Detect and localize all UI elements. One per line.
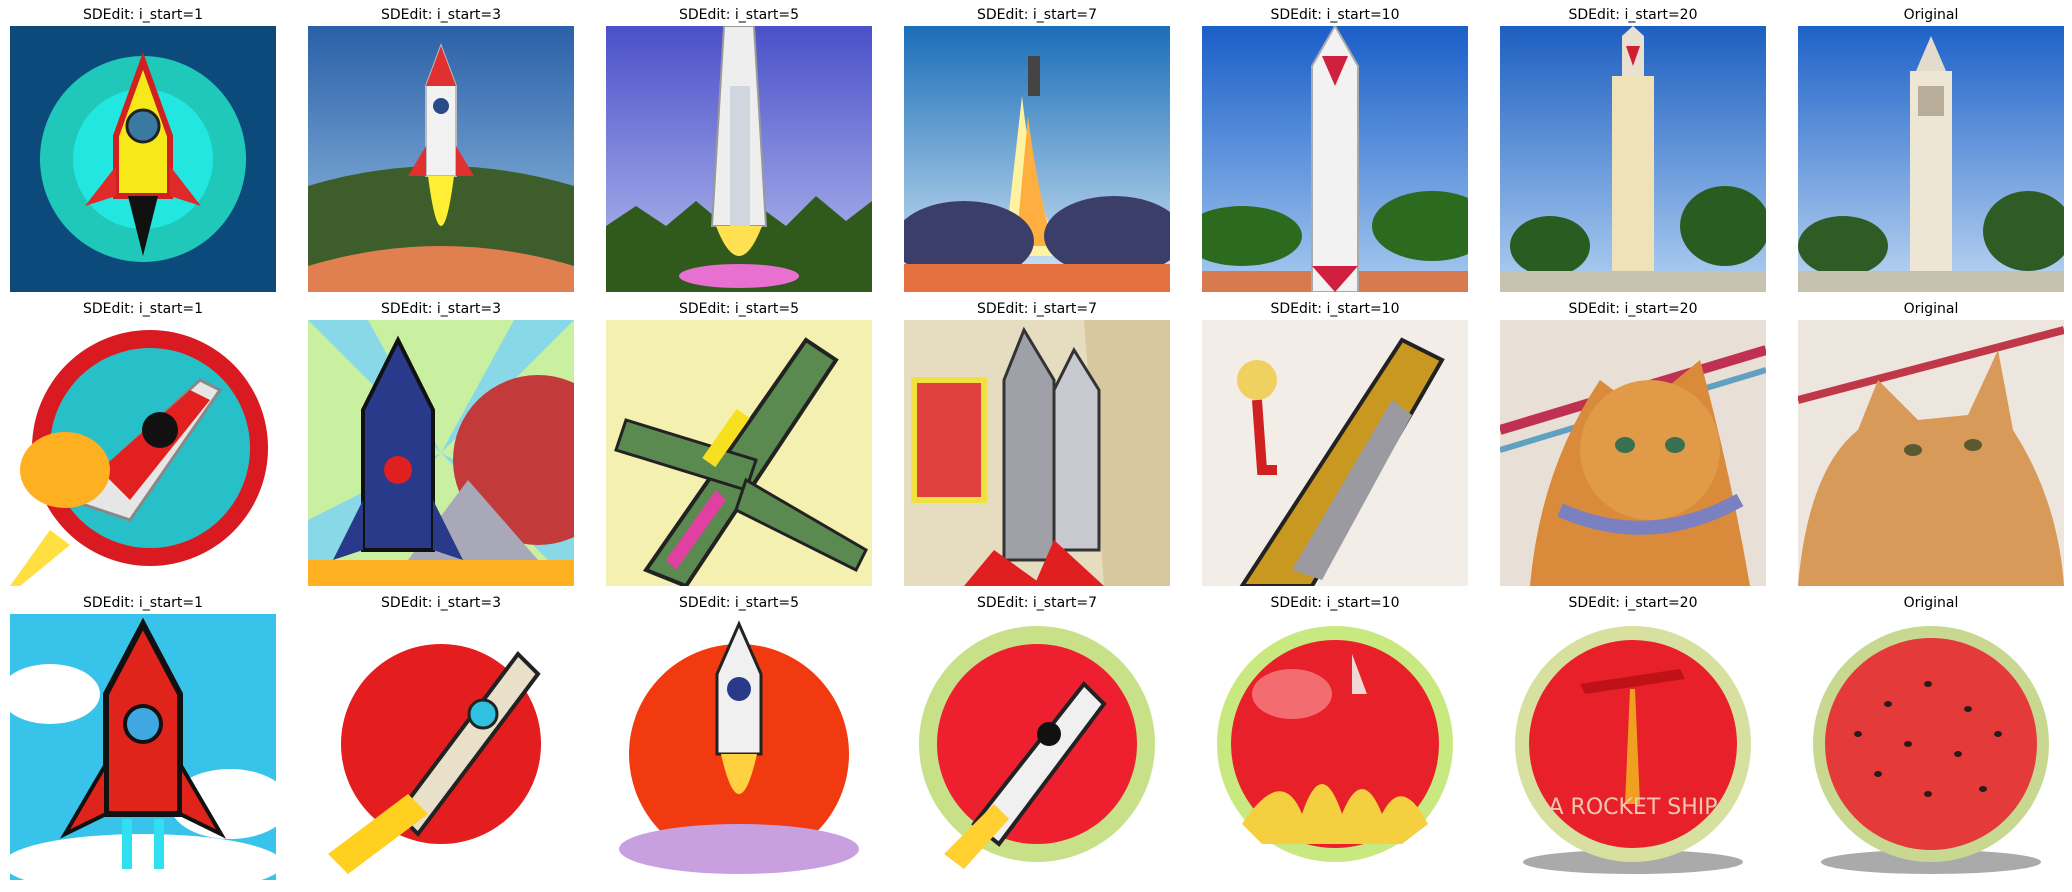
rocket-red-sun-clouds-image bbox=[606, 614, 872, 880]
red-rocket-sky-image bbox=[10, 614, 276, 880]
cell-title: SDEdit: i_start=5 bbox=[678, 7, 800, 23]
cell-title: Original bbox=[1903, 7, 1959, 23]
rocket-icon-circle-dark-bg-image bbox=[10, 26, 276, 292]
rocket-badge-red-circle-image bbox=[10, 320, 276, 586]
cell-title: SDEdit: i_start=20 bbox=[1568, 7, 1698, 23]
cell-title: SDEdit: i_start=1 bbox=[82, 7, 204, 23]
rocket-sunburst-mountains-image bbox=[308, 320, 574, 586]
cell-title: SDEdit: i_start=10 bbox=[1270, 595, 1400, 611]
cell-title: SDEdit: i_start=3 bbox=[380, 595, 502, 611]
rocket-launch-clouds-image bbox=[904, 26, 1170, 292]
cell-title: SDEdit: i_start=5 bbox=[678, 301, 800, 317]
tower-with-rocket-tip-image bbox=[1500, 26, 1766, 292]
space-shuttle-launch-trees-image bbox=[606, 26, 872, 292]
cell-title: SDEdit: i_start=3 bbox=[380, 7, 502, 23]
red-sphere-flames-image bbox=[1202, 614, 1468, 880]
orange-cat-collar-image bbox=[1500, 320, 1766, 586]
rockets-cluster-fence-image bbox=[904, 320, 1170, 586]
cell-title: SDEdit: i_start=7 bbox=[976, 595, 1098, 611]
rocket-red-circle-stars-image bbox=[308, 614, 574, 880]
cell-title: SDEdit: i_start=10 bbox=[1270, 7, 1400, 23]
orange-cat-photo-image bbox=[1798, 320, 2064, 586]
campanile-tower-photo-image bbox=[1798, 26, 2064, 292]
plate-text: A ROCKET SHIP bbox=[1548, 795, 1717, 820]
cell-title: SDEdit: i_start=1 bbox=[82, 301, 204, 317]
cell-title: SDEdit: i_start=3 bbox=[380, 301, 502, 317]
rocket-badge-green-rim-image bbox=[904, 614, 1170, 880]
cell-title: SDEdit: i_start=1 bbox=[82, 595, 204, 611]
cell-title: SDEdit: i_start=7 bbox=[976, 7, 1098, 23]
cell-title: SDEdit: i_start=20 bbox=[1568, 301, 1698, 317]
cell-title: SDEdit: i_start=10 bbox=[1270, 301, 1400, 317]
boat-rocket-figure-image bbox=[1202, 320, 1468, 586]
jet-fighter-diagonal-image bbox=[606, 320, 872, 586]
watermelon-slice-photo-image bbox=[1798, 614, 2064, 880]
rocket-tower-trees-image bbox=[1202, 26, 1468, 292]
cell-title: SDEdit: i_start=20 bbox=[1568, 595, 1698, 611]
cell-title: SDEdit: i_start=5 bbox=[678, 595, 800, 611]
rocket-launch-green-hills-image bbox=[308, 26, 574, 292]
red-plate-rocket-text-image: A ROCKET SHIP bbox=[1500, 614, 1766, 880]
cell-title: SDEdit: i_start=7 bbox=[976, 301, 1098, 317]
cell-title: Original bbox=[1903, 301, 1959, 317]
cell-title: Original bbox=[1903, 595, 1959, 611]
